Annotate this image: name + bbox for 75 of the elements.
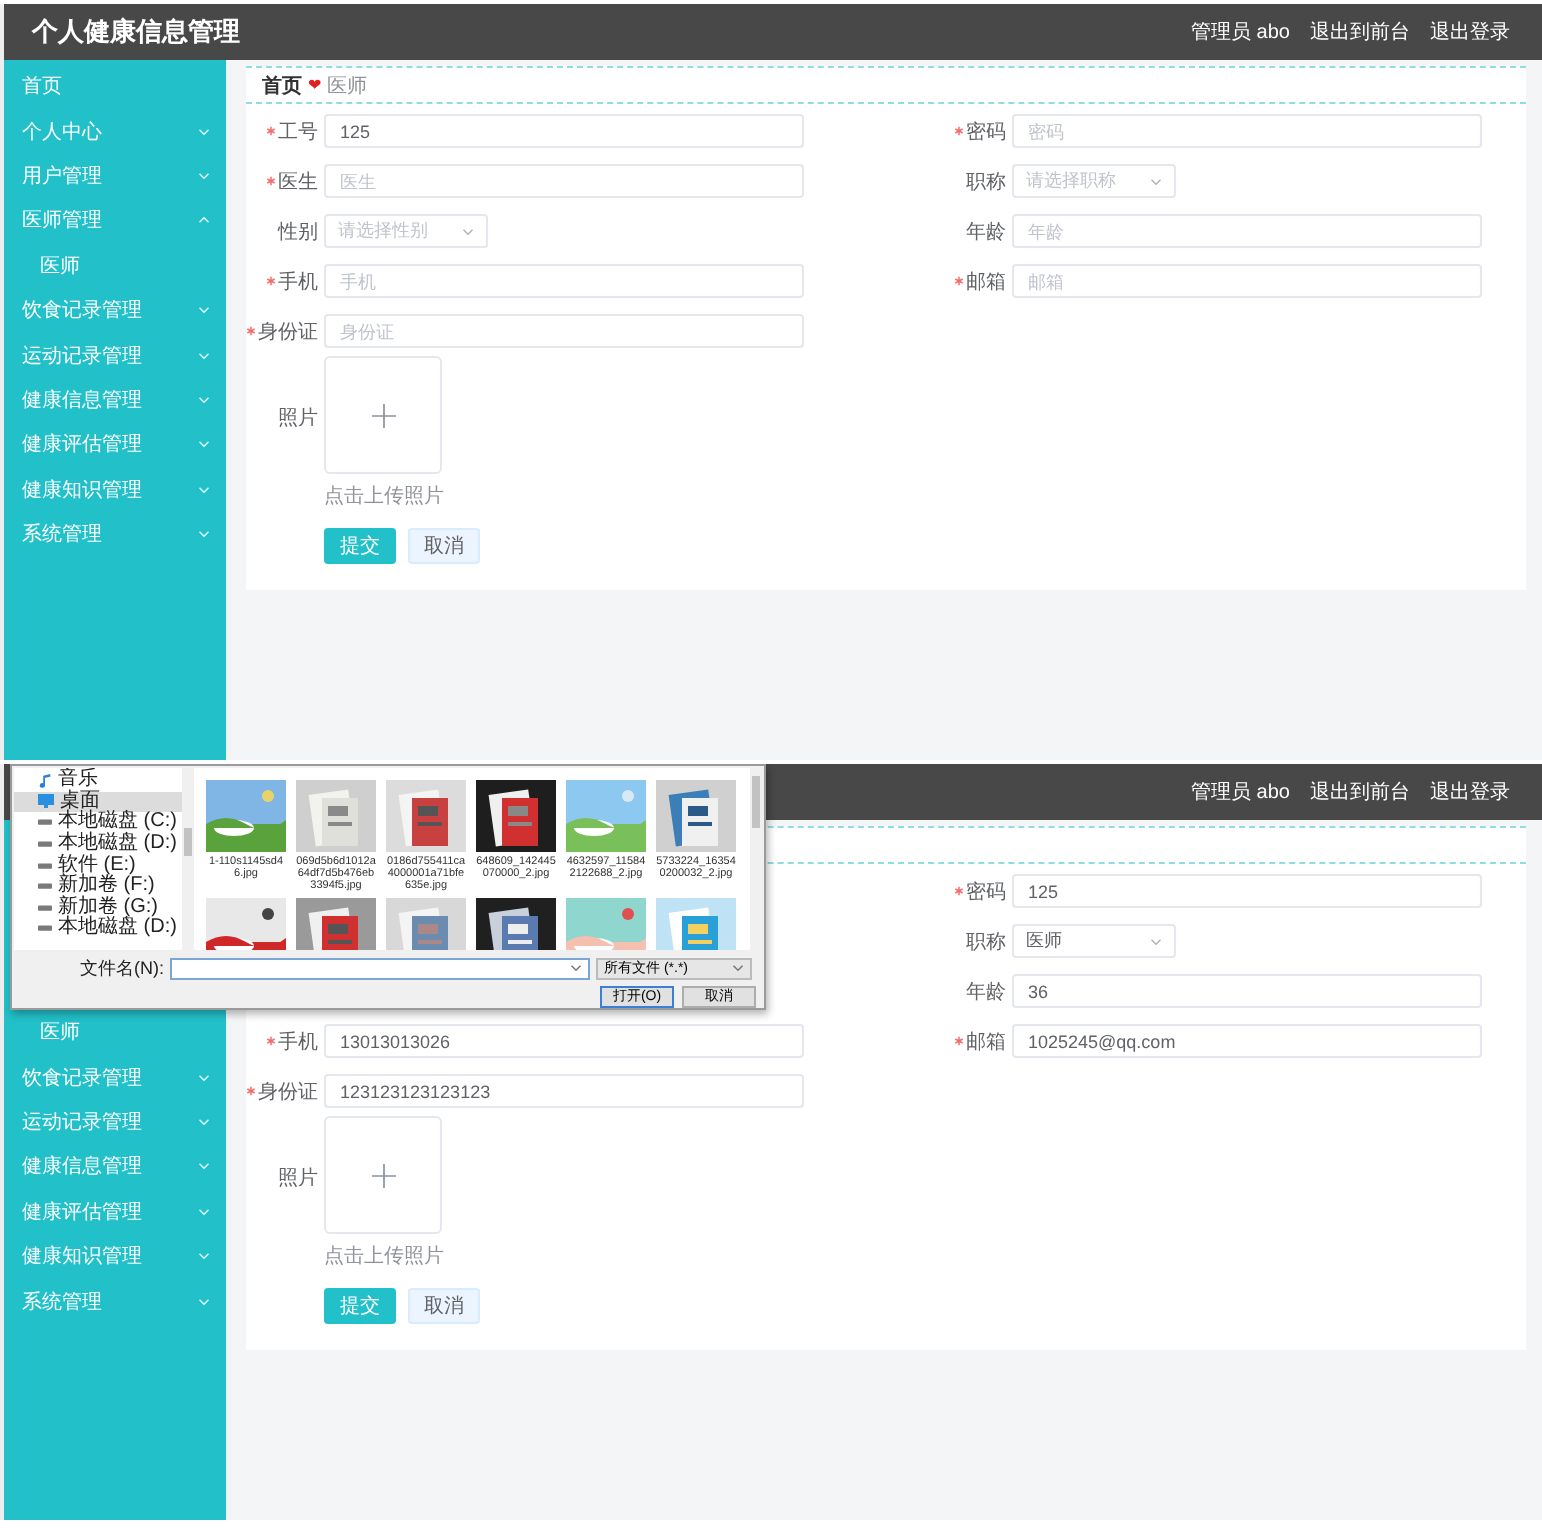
field-label: 职称 bbox=[966, 169, 1006, 195]
required-asterisk-icon bbox=[246, 326, 256, 336]
field-label: 年龄 bbox=[966, 219, 1006, 245]
field-label: 邮箱 bbox=[966, 269, 1006, 295]
field-label: 年龄 bbox=[966, 979, 1006, 1005]
required-asterisk-icon bbox=[266, 176, 276, 186]
upload-hint: 点击上传照片 bbox=[324, 483, 444, 510]
app-title: 个人健康信息管理 bbox=[32, 14, 240, 50]
field-label: 身份证 bbox=[258, 319, 318, 345]
folder-tree-item[interactable]: 本地磁盘 (C:) bbox=[14, 812, 182, 834]
text-field[interactable]: 123123123123123 bbox=[324, 1074, 804, 1108]
chevron-down-icon bbox=[570, 964, 582, 973]
chevron-down-icon bbox=[1150, 177, 1162, 185]
text-field[interactable]: 身份证 bbox=[324, 314, 804, 348]
scrollbar[interactable] bbox=[182, 768, 194, 950]
music-note-icon bbox=[38, 773, 52, 788]
select-field[interactable]: 医师 bbox=[1012, 924, 1176, 958]
file-name-label: 文件名(N): bbox=[78, 955, 164, 982]
required-asterisk-icon bbox=[954, 886, 964, 896]
required-asterisk-icon bbox=[246, 1086, 256, 1096]
cancel-button[interactable]: 取消 bbox=[408, 1288, 480, 1324]
text-field[interactable]: 36 bbox=[1012, 974, 1482, 1008]
chevron-down-icon bbox=[462, 227, 474, 235]
field-label: 医生 bbox=[278, 169, 318, 195]
required-asterisk-icon bbox=[266, 126, 276, 136]
field-label: 手机 bbox=[278, 269, 318, 295]
header-link[interactable]: 退出到前台 bbox=[1310, 18, 1410, 46]
text-field[interactable]: 邮箱 bbox=[1012, 264, 1482, 298]
folder-tree-item[interactable]: 新加卷 (F:) bbox=[14, 875, 182, 898]
header-link[interactable]: 管理员 abo bbox=[1191, 18, 1290, 46]
text-field[interactable]: 年龄 bbox=[1012, 214, 1482, 248]
field-label: 手机 bbox=[278, 1029, 318, 1055]
field-label: 密码 bbox=[966, 119, 1006, 145]
plus-icon bbox=[371, 403, 395, 427]
text-field[interactable]: 手机 bbox=[324, 264, 804, 298]
folder-tree-item[interactable]: 软件 (E:) bbox=[14, 854, 182, 876]
required-asterisk-icon bbox=[266, 276, 276, 286]
folder-tree-item[interactable]: 本地磁盘 (D:) bbox=[14, 918, 182, 940]
required-asterisk-icon bbox=[266, 1036, 276, 1046]
field-label: 工号 bbox=[278, 119, 318, 145]
header-link[interactable]: 退出到前台 bbox=[1310, 778, 1410, 806]
field-label: 照片 bbox=[278, 405, 318, 432]
text-field[interactable]: 密码 bbox=[1012, 114, 1482, 148]
field-label: 邮箱 bbox=[966, 1029, 1006, 1055]
field-label: 身份证 bbox=[258, 1079, 318, 1105]
chevron-down-icon bbox=[1150, 937, 1162, 945]
field-label: 照片 bbox=[278, 1165, 318, 1192]
field-label: 性别 bbox=[278, 219, 318, 245]
required-asterisk-icon bbox=[954, 276, 964, 286]
breadcrumb-link[interactable]: 首页 bbox=[262, 71, 302, 99]
desktop-icon bbox=[38, 794, 54, 809]
breadcrumb-separator: ❤ bbox=[308, 76, 322, 94]
folder-tree-item[interactable]: 本地磁盘 (D:) bbox=[14, 833, 182, 855]
file-name-field[interactable] bbox=[170, 957, 590, 980]
cancel-button[interactable]: 取消 bbox=[408, 528, 480, 564]
plus-icon bbox=[371, 1163, 395, 1187]
upload-box[interactable] bbox=[324, 356, 442, 474]
text-field[interactable]: 125 bbox=[324, 114, 804, 148]
required-asterisk-icon bbox=[954, 126, 964, 136]
scrollbar[interactable] bbox=[750, 768, 762, 950]
field-label: 密码 bbox=[966, 879, 1006, 905]
text-field[interactable]: 13013013026 bbox=[324, 1024, 804, 1058]
folder-tree-item[interactable]: 音乐 bbox=[14, 770, 182, 792]
breadcrumb-current: 医师 bbox=[327, 73, 368, 99]
header-link[interactable]: 退出登录 bbox=[1430, 778, 1510, 806]
text-field[interactable]: 125 bbox=[1012, 874, 1482, 908]
upload-hint: 点击上传照片 bbox=[324, 1243, 444, 1270]
header-link[interactable]: 管理员 abo bbox=[1191, 778, 1290, 806]
text-field[interactable]: 医生 bbox=[324, 164, 804, 198]
text-field[interactable]: 1025245@qq.com bbox=[1012, 1024, 1482, 1058]
header-link[interactable]: 退出登录 bbox=[1430, 18, 1510, 46]
upload-box[interactable] bbox=[324, 1116, 442, 1234]
chevron-down-icon bbox=[732, 964, 744, 973]
field-label: 职称 bbox=[966, 929, 1006, 955]
required-asterisk-icon bbox=[954, 1036, 964, 1046]
